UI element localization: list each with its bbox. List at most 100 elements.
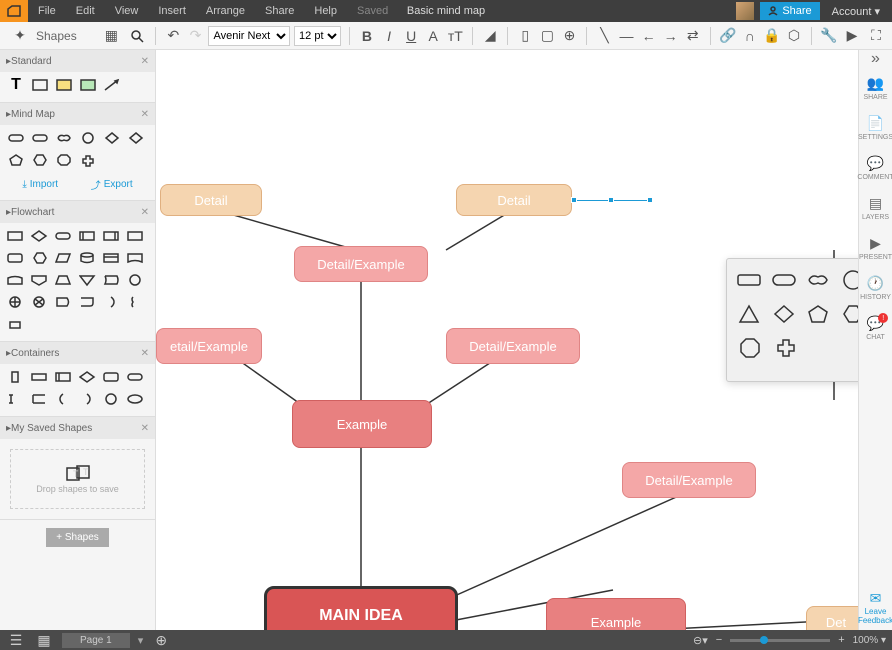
node-detail-example[interactable]: Detail/Example — [446, 328, 580, 364]
shape-fc[interactable] — [78, 271, 98, 289]
shape-fc[interactable] — [30, 227, 50, 245]
node-detail-example[interactable]: etail/Example — [156, 328, 262, 364]
shape-mm4[interactable] — [78, 129, 98, 147]
fullscreen-icon[interactable]: ⛶ — [866, 26, 886, 46]
shape-ct[interactable] — [30, 368, 50, 386]
close-icon[interactable]: ✕ — [141, 109, 149, 120]
undo-icon[interactable]: ↶ — [164, 26, 182, 46]
saved-dropzone[interactable]: TT Drop shapes to save — [10, 449, 145, 509]
shape-fc[interactable] — [54, 249, 74, 267]
shape-fc[interactable] — [126, 227, 146, 245]
node-example[interactable]: Example — [292, 400, 432, 448]
menu-insert[interactable]: Insert — [148, 1, 196, 21]
document-title[interactable]: Basic mind map — [407, 5, 485, 17]
shape-fc[interactable] — [30, 271, 50, 289]
shape-fc[interactable] — [6, 315, 26, 333]
zoom-in-icon[interactable]: + — [838, 634, 844, 646]
close-icon[interactable]: ✕ — [141, 423, 149, 434]
shape-pick[interactable] — [841, 269, 859, 291]
shape-ct[interactable] — [54, 368, 74, 386]
shape-fc[interactable] — [78, 293, 98, 311]
canvas[interactable]: Detail Detail Detail/Example etail/Examp… — [156, 50, 858, 630]
import-link[interactable]: ⤓ Import — [22, 177, 58, 192]
shape-fc[interactable] — [30, 249, 50, 267]
rail-history[interactable]: 🕐HISTORY — [859, 268, 892, 308]
collapse-rail-icon[interactable]: » — [859, 50, 892, 68]
rail-present[interactable]: ▶PRESENT — [859, 228, 892, 268]
rail-comment[interactable]: 💬COMMENT — [859, 148, 892, 188]
shape-ct[interactable] — [126, 368, 146, 386]
section-standard[interactable]: ▸Standard✕ — [0, 50, 155, 72]
shape-pick[interactable] — [772, 303, 797, 325]
share-button[interactable]: Share — [760, 2, 819, 20]
node-detail[interactable]: Det — [806, 606, 858, 630]
redo-icon[interactable]: ↷ — [186, 26, 204, 46]
shape-fc[interactable] — [30, 293, 50, 311]
shape-fc[interactable] — [54, 271, 74, 289]
magnet-icon[interactable]: ∩ — [741, 26, 759, 46]
shape-fc[interactable] — [126, 249, 146, 267]
cube-icon[interactable]: ⬡ — [785, 26, 803, 46]
wrench-icon[interactable]: 🔧 — [820, 26, 838, 46]
font-select[interactable]: Avenir Next — [208, 26, 290, 46]
grid-view-icon[interactable]: ▦ — [34, 630, 54, 650]
shape-ct[interactable] — [78, 368, 98, 386]
export-link[interactable]: ⤴ Export — [91, 177, 133, 192]
selection-handle[interactable] — [647, 197, 653, 203]
selection-handle[interactable] — [571, 197, 577, 203]
close-icon[interactable]: ✕ — [141, 207, 149, 218]
lock-icon[interactable]: 🔒 — [763, 26, 781, 46]
shape-mm8[interactable] — [30, 151, 50, 169]
list-view-icon[interactable]: ☰ — [6, 630, 26, 650]
node-detail-example[interactable]: Detail/Example — [294, 246, 428, 282]
shape-pick[interactable] — [841, 303, 859, 325]
shape-ct[interactable] — [54, 390, 74, 408]
shape-ct[interactable] — [30, 390, 50, 408]
shape-fc[interactable] — [102, 271, 122, 289]
search-icon[interactable] — [127, 26, 147, 46]
shape-pick[interactable] — [737, 269, 762, 291]
shape-mm7[interactable] — [6, 151, 26, 169]
page-tab[interactable]: Page 1 — [62, 633, 130, 648]
shape-fc[interactable] — [102, 227, 122, 245]
node-detail[interactable]: Detail — [456, 184, 572, 216]
fontsize-select[interactable]: 12 pt — [294, 26, 341, 46]
menu-arrange[interactable]: Arrange — [196, 1, 255, 21]
menu-share[interactable]: Share — [255, 1, 304, 21]
account-menu[interactable]: Account ▾ — [820, 1, 892, 22]
shape-mm3[interactable] — [54, 129, 74, 147]
zoom-out-icon[interactable]: − — [716, 634, 722, 646]
underline-icon[interactable]: U — [402, 26, 420, 46]
align-left-icon[interactable]: ▯ — [516, 26, 534, 46]
app-logo[interactable] — [0, 0, 28, 22]
shape-text[interactable]: T — [6, 76, 26, 94]
menu-help[interactable]: Help — [304, 1, 347, 21]
italic-icon[interactable]: I — [380, 26, 398, 46]
arrow-start-icon[interactable]: ← — [640, 26, 658, 46]
add-shapes-button[interactable]: + Shapes — [46, 528, 109, 547]
shape-ct[interactable] — [78, 390, 98, 408]
rail-share[interactable]: 👥SHARE — [859, 68, 892, 108]
shape-ct[interactable] — [126, 390, 146, 408]
rail-layers[interactable]: ▤LAYERS — [859, 188, 892, 228]
shape-mm10[interactable] — [78, 151, 98, 169]
fill-icon[interactable]: ◢ — [481, 26, 499, 46]
zoom-reset-icon[interactable]: ⊖▾ — [693, 634, 708, 647]
section-mindmap[interactable]: ▸Mind Map✕ — [0, 103, 155, 125]
zoom-level[interactable]: 100% ▾ — [853, 635, 886, 646]
section-containers[interactable]: ▸Containers✕ — [0, 342, 155, 364]
shape-ct[interactable] — [102, 368, 122, 386]
shape-fc[interactable] — [102, 293, 122, 311]
shape-fc[interactable] — [126, 271, 146, 289]
shape-pick[interactable] — [737, 337, 763, 359]
bold-icon[interactable]: B — [358, 26, 376, 46]
shape-fc[interactable] — [126, 293, 146, 311]
shape-fc[interactable] — [6, 271, 26, 289]
align-center-icon[interactable]: ▢ — [538, 26, 556, 46]
shape-mm6[interactable] — [126, 129, 146, 147]
arrow-end-icon[interactable]: → — [662, 26, 680, 46]
shape-fc[interactable] — [54, 293, 74, 311]
shape-note[interactable] — [54, 76, 74, 94]
shape-fc[interactable] — [6, 227, 26, 245]
node-main-idea[interactable]: MAIN IDEA — [264, 586, 458, 630]
